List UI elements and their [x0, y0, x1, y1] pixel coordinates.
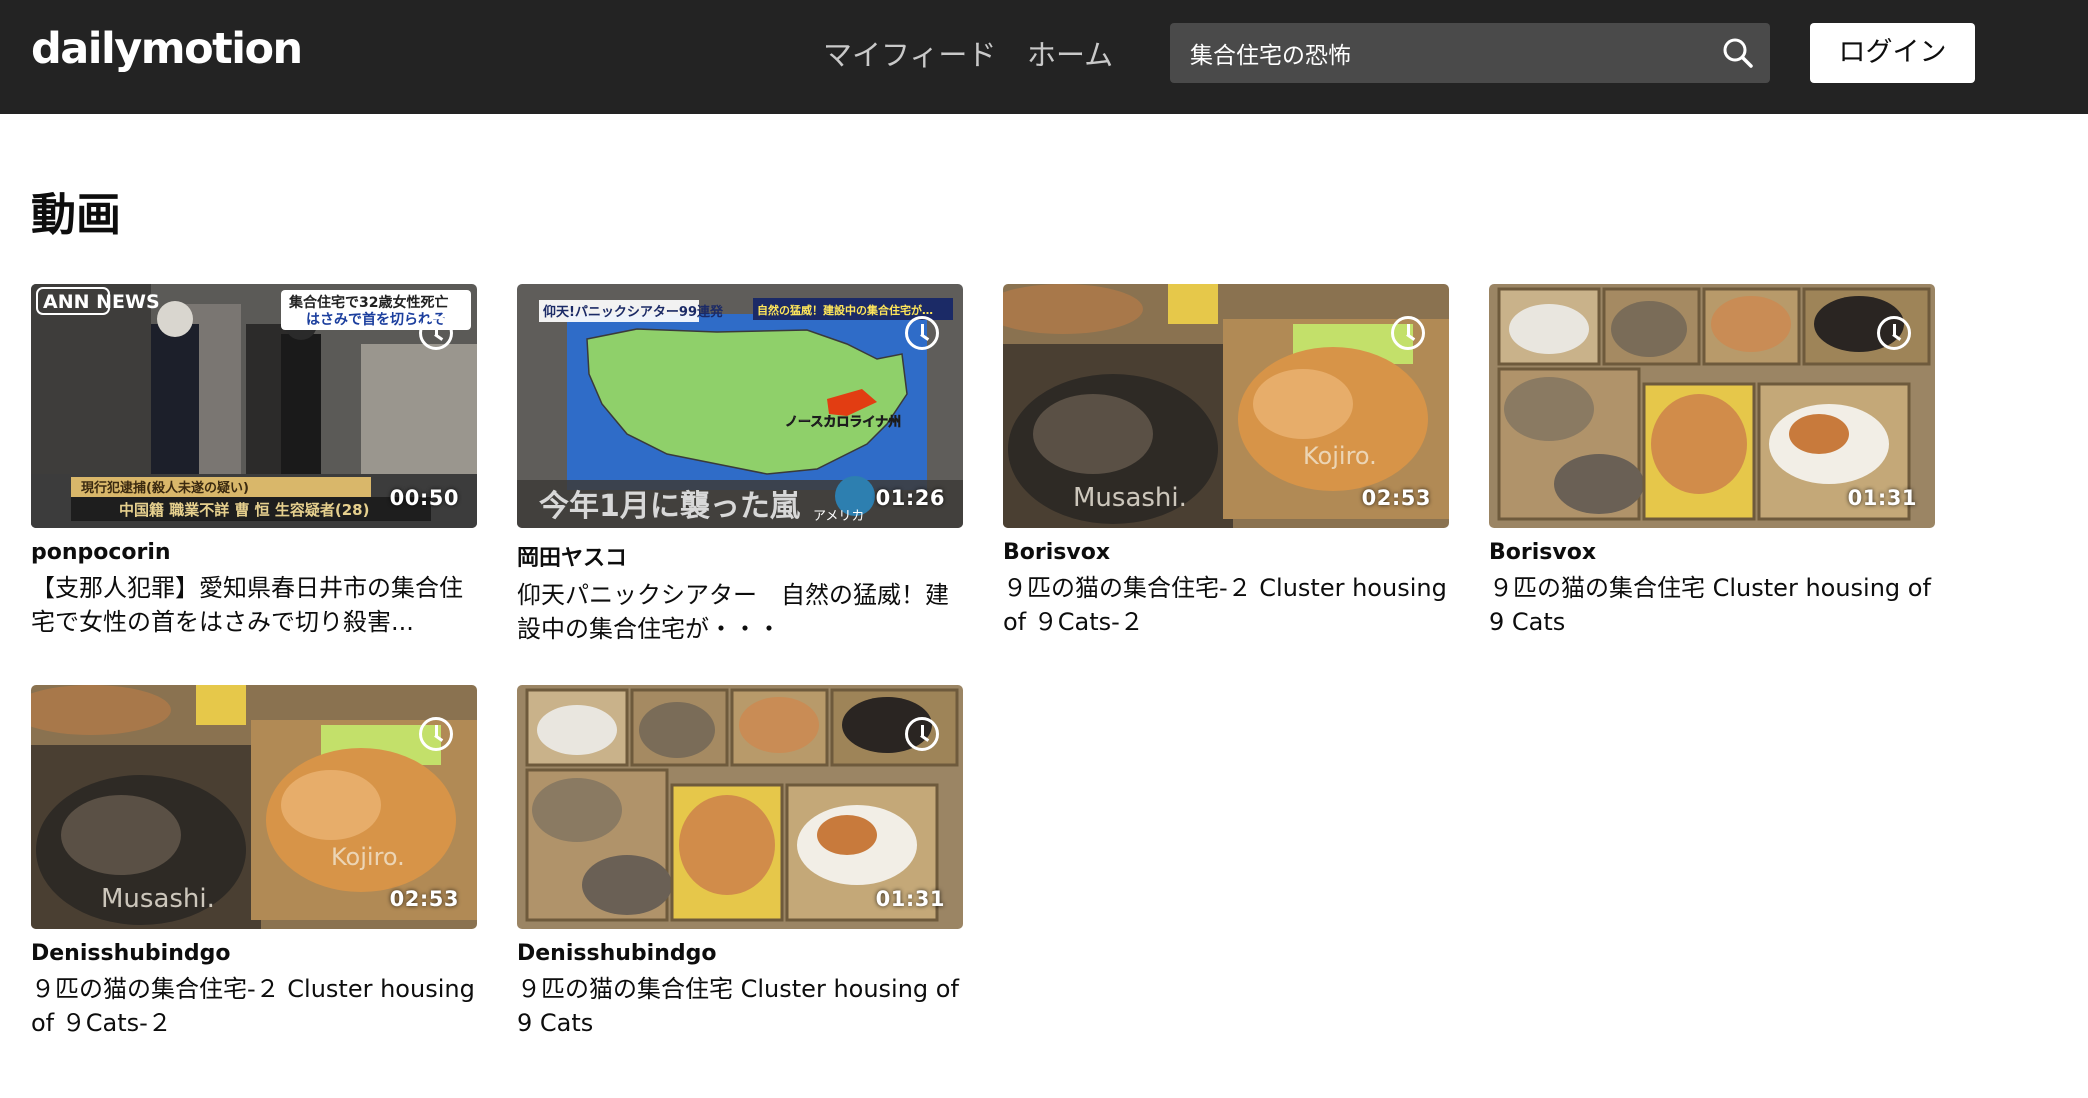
video-owner[interactable]: Borisvox [1003, 540, 1449, 565]
video-card[interactable]: Musashi. Kojiro. 02:53 Borisvox ９匹の猫の集合住… [1003, 284, 1449, 639]
thumb-country-label: アメリカ [813, 509, 864, 524]
video-card[interactable]: 仰天!パニックシアター99連発 自然の猛威！建設中の集合住宅が… ノースカロライ… [517, 284, 963, 646]
thumb-ticker-2: 中国籍 職業不詳 曹 恒 生容疑者(28) [119, 501, 369, 519]
watch-later-clock-icon[interactable] [905, 717, 939, 751]
video-card[interactable]: Musashi. Kojiro. 02:53 Denisshubindgo ９匹… [31, 685, 477, 1040]
thumb-headline-1: 集合住宅で32歳女性死亡 [288, 294, 448, 311]
thumb-label-1: Musashi. [101, 884, 215, 914]
search-bar [1170, 23, 1770, 83]
thumb-top-right-text: 自然の猛威！建設中の集合住宅が… [757, 303, 933, 317]
thumb-label-2: Kojiro. [331, 843, 405, 871]
video-thumbnail[interactable]: Musashi. Kojiro. 02:53 [31, 685, 477, 929]
dailymotion-logo[interactable]: dailymotion [31, 24, 303, 74]
video-card[interactable]: 01:31 Denisshubindgo ９匹の猫の集合住宅 Cluster h… [517, 685, 963, 1040]
video-card[interactable]: 01:31 Borisvox ９匹の猫の集合住宅 Cluster housing… [1489, 284, 1935, 639]
video-duration: 02:53 [1361, 486, 1431, 510]
video-thumbnail[interactable]: 仰天!パニックシアター99連発 自然の猛威！建設中の集合住宅が… ノースカロライ… [517, 284, 963, 528]
video-title[interactable]: ９匹の猫の集合住宅-２ Cluster housing of ９Cats-２ [1003, 571, 1449, 639]
video-title[interactable]: 【支那人犯罪】愛知県春日井市の集合住宅で女性の首をはさみで切り殺害... [31, 571, 477, 639]
thumb-label-2: Kojiro. [1303, 442, 1377, 470]
nav-my-feed[interactable]: マイフィード [823, 32, 996, 74]
watch-later-clock-icon[interactable] [905, 316, 939, 350]
video-card[interactable]: ANN NEWS 集合住宅で32歳女性死亡 はさみで首を切られそ 現行犯逮捕(殺… [31, 284, 477, 639]
video-title[interactable]: ９匹の猫の集合住宅 Cluster housing of 9 Cats [517, 972, 963, 1040]
search-input[interactable] [1190, 23, 1690, 83]
video-duration: 02:53 [389, 887, 459, 911]
thumb-map-label: ノースカロライナ州 [785, 415, 901, 430]
video-duration: 01:31 [875, 887, 945, 911]
video-duration: 01:26 [875, 486, 945, 510]
video-thumbnail[interactable]: 01:31 [517, 685, 963, 929]
video-thumbnail[interactable]: 01:31 [1489, 284, 1935, 528]
watch-later-clock-icon[interactable] [1877, 316, 1911, 350]
top-bar: dailymotion マイフィード ホーム ログイン [0, 0, 2088, 114]
nav-home[interactable]: ホーム [1027, 32, 1113, 74]
video-duration: 01:31 [1847, 486, 1917, 510]
watch-later-clock-icon[interactable] [419, 316, 453, 350]
section-title: 動画 [31, 188, 122, 241]
video-thumbnail[interactable]: Musashi. Kojiro. 02:53 [1003, 284, 1449, 528]
thumb-ticker-1: 現行犯逮捕(殺人未遂の疑い) [81, 480, 249, 496]
thumb-label-1: Musashi. [1073, 483, 1187, 513]
ann-badge-text: ANN NEWS [43, 291, 160, 313]
video-owner[interactable]: Borisvox [1489, 540, 1935, 565]
video-title[interactable]: 仰天パニックシアター 自然の猛威！建設中の集合住宅が・・・ [517, 578, 963, 646]
video-duration: 00:50 [389, 486, 459, 510]
video-title[interactable]: ９匹の猫の集合住宅-２ Cluster housing of ９Cats-２ [31, 972, 477, 1040]
video-owner[interactable]: 岡田ヤスコ [517, 540, 963, 572]
watch-later-clock-icon[interactable] [419, 717, 453, 751]
video-thumbnail[interactable]: ANN NEWS 集合住宅で32歳女性死亡 はさみで首を切られそ 現行犯逮捕(殺… [31, 284, 477, 528]
video-owner[interactable]: Denisshubindgo [31, 941, 477, 966]
video-owner[interactable]: Denisshubindgo [517, 941, 963, 966]
login-button[interactable]: ログイン [1810, 23, 1975, 83]
search-icon[interactable] [1720, 35, 1756, 71]
thumb-bottom-text: 今年1月に襲った嵐 [539, 489, 801, 524]
video-owner[interactable]: ponpocorin [31, 540, 477, 565]
thumb-top-left-text: 仰天!パニックシアター99連発 [543, 304, 724, 320]
watch-later-clock-icon[interactable] [1391, 316, 1425, 350]
video-title[interactable]: ９匹の猫の集合住宅 Cluster housing of 9 Cats [1489, 571, 1935, 639]
